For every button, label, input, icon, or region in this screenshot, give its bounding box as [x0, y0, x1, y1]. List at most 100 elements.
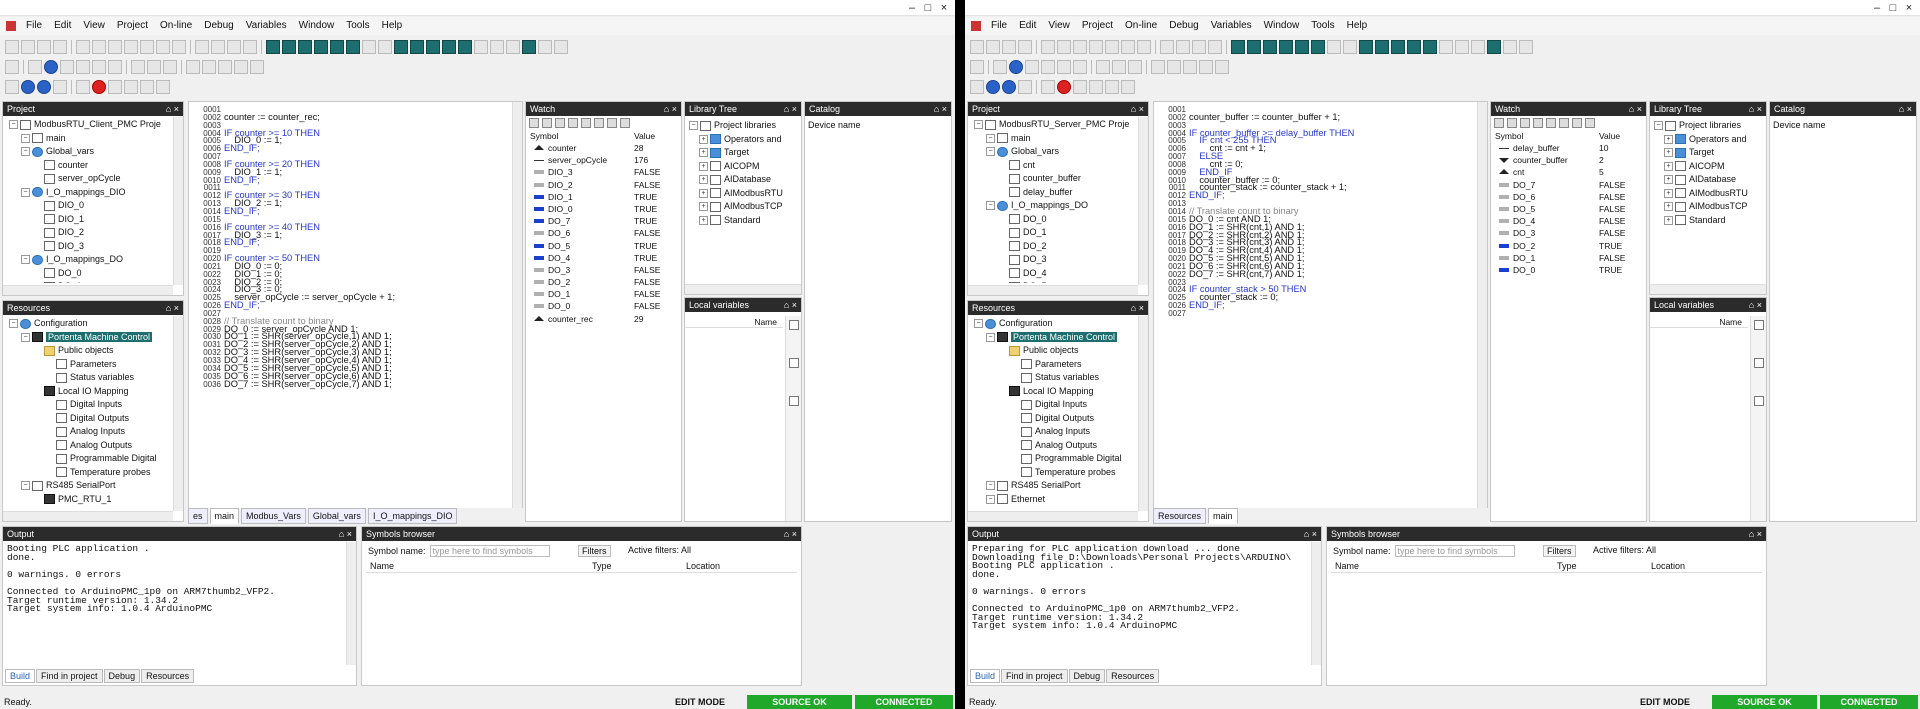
editor-tab[interactable]: main: [209, 508, 240, 524]
debug-button-icon[interactable]: [156, 80, 170, 94]
toolbar-button-icon[interactable]: [1151, 60, 1165, 74]
library-item[interactable]: + AIModbusTCP: [685, 200, 801, 214]
tree-item[interactable]: cnt: [970, 159, 1136, 173]
watch-tool-icon[interactable]: [568, 118, 578, 128]
toolbar-button-icon[interactable]: [1105, 40, 1119, 54]
toolbar-button-icon[interactable]: [1183, 60, 1197, 74]
toolbar-button-icon[interactable]: [163, 60, 177, 74]
pin-icon[interactable]: ⌂ ×: [1629, 102, 1642, 116]
library-item[interactable]: + Target: [1650, 146, 1766, 160]
pin-icon[interactable]: ⌂ ×: [166, 102, 179, 116]
tree-item[interactable]: delay_buffer: [970, 186, 1136, 200]
tree-item[interactable]: Digital Inputs: [970, 398, 1136, 412]
tree-item[interactable]: DIO_0: [5, 199, 171, 213]
toolbar-button-icon[interactable]: [1311, 40, 1325, 54]
vertical-scrollbar[interactable]: [512, 102, 522, 511]
watch-row[interactable]: counter_rec 29: [526, 313, 681, 325]
output-tab[interactable]: Resources: [1106, 669, 1160, 683]
toolbar-button-icon[interactable]: [1247, 40, 1261, 54]
vertical-scrollbar[interactable]: [1311, 542, 1321, 665]
expand-icon[interactable]: −: [689, 121, 698, 131]
watch-tool-icon[interactable]: [1546, 118, 1556, 128]
watch-tool-icon[interactable]: [594, 118, 604, 128]
toolbar-button-icon[interactable]: [442, 40, 456, 54]
watch-row[interactable]: DO_3 FALSE: [526, 264, 681, 276]
toolbar-button-icon[interactable]: [1096, 60, 1110, 74]
watch-tool-icon[interactable]: [1520, 118, 1530, 128]
expand-icon[interactable]: +: [699, 148, 708, 158]
toolbar-button-icon[interactable]: [1295, 40, 1309, 54]
tree-item[interactable]: DO_4: [970, 267, 1136, 281]
tree-item[interactable]: DO_0: [5, 267, 171, 281]
vertical-scrollbar[interactable]: [1138, 316, 1148, 511]
library-root[interactable]: − Project libraries: [1650, 119, 1766, 133]
filters-dropdown[interactable]: Filters: [1543, 545, 1576, 557]
watch-row[interactable]: DO_0 FALSE: [526, 300, 681, 312]
toolbar-button-icon[interactable]: [156, 40, 170, 54]
debug-button-icon[interactable]: [124, 80, 138, 94]
expand-icon[interactable]: +: [699, 215, 708, 225]
table-icon[interactable]: [1754, 320, 1764, 330]
toolbar-button-icon[interactable]: [1423, 40, 1437, 54]
watch-row[interactable]: DO_7 TRUE: [526, 215, 681, 227]
toolbar-button-icon[interactable]: [202, 60, 216, 74]
tree-item[interactable]: Parameters: [5, 358, 171, 372]
minimize-icon[interactable]: –: [1870, 2, 1884, 14]
toolbar-button-icon[interactable]: [1199, 60, 1213, 74]
menu-project[interactable]: Project: [1076, 17, 1119, 35]
editor-tab[interactable]: I_O_mappings_DIO: [367, 508, 458, 524]
horizontal-scrollbar[interactable]: [685, 284, 801, 294]
expand-icon[interactable]: +: [1664, 215, 1673, 225]
library-item[interactable]: + Operators and: [1650, 133, 1766, 147]
toolbar-button-icon[interactable]: [554, 40, 568, 54]
pin-icon[interactable]: ⌂ ×: [784, 298, 797, 312]
toolbar-button-icon[interactable]: [5, 60, 19, 74]
tree-item[interactable]: DIO_2: [5, 226, 171, 240]
debug-button-icon[interactable]: [53, 80, 67, 94]
tree-item[interactable]: DIO_3: [5, 240, 171, 254]
table-icon[interactable]: [789, 358, 799, 368]
watch-row[interactable]: DO_5 FALSE: [1491, 203, 1646, 215]
tree-item[interactable]: − Portenta Machine Control: [5, 331, 171, 345]
tree-item[interactable]: Status variables: [970, 371, 1136, 385]
library-item[interactable]: + AICOPM: [685, 160, 801, 174]
menu-online[interactable]: On-line: [1119, 17, 1163, 35]
tree-item[interactable]: − main: [5, 132, 171, 146]
toolbar-button-icon[interactable]: [1176, 40, 1190, 54]
expand-icon[interactable]: −: [974, 319, 983, 329]
toolbar-button-icon[interactable]: [1215, 60, 1229, 74]
expand-icon[interactable]: +: [1664, 148, 1673, 158]
toolbar-button-icon[interactable]: [186, 60, 200, 74]
expand-icon[interactable]: +: [1664, 134, 1673, 144]
debug-button-icon[interactable]: [76, 80, 90, 94]
tree-item[interactable]: Parameters: [970, 358, 1136, 372]
toolbar-button-icon[interactable]: [1121, 40, 1135, 54]
source-code[interactable]: counter := counter_rec; IF counter >= 10 …: [224, 106, 395, 388]
toolbar-button-icon[interactable]: [131, 60, 145, 74]
tree-item[interactable]: Local IO Mapping: [5, 385, 171, 399]
col-type[interactable]: Type: [592, 561, 612, 571]
tree-item[interactable]: counter: [5, 159, 171, 173]
watch-tool-icon[interactable]: [1494, 118, 1504, 128]
toolbar-button-icon[interactable]: [5, 40, 19, 54]
menu-project[interactable]: Project: [111, 17, 154, 35]
library-item[interactable]: + AIModbusRTU: [1650, 187, 1766, 201]
watch-tool-icon[interactable]: [1572, 118, 1582, 128]
tree-item[interactable]: DIO_1: [5, 213, 171, 227]
col-location[interactable]: Location: [686, 561, 720, 571]
record-icon[interactable]: [92, 80, 106, 94]
library-item[interactable]: + Target: [685, 146, 801, 160]
toolbar-button-icon[interactable]: [140, 40, 154, 54]
watch-row[interactable]: DO_2 FALSE: [526, 276, 681, 288]
menu-file[interactable]: File: [20, 17, 48, 35]
debug-button-icon[interactable]: [1073, 80, 1087, 94]
watch-row[interactable]: DIO_0 TRUE: [526, 203, 681, 215]
toolbar-button-icon[interactable]: [243, 40, 257, 54]
editor-tab[interactable]: es: [188, 508, 208, 524]
watch-tool-icon[interactable]: [607, 118, 617, 128]
tree-item[interactable]: − I_O_mappings_DO: [970, 199, 1136, 213]
toolbar-button-icon[interactable]: [1263, 40, 1277, 54]
pin-icon[interactable]: ⌂ ×: [784, 527, 797, 541]
toolbar-button-icon[interactable]: [218, 60, 232, 74]
watch-row[interactable]: DO_3 FALSE: [1491, 227, 1646, 239]
